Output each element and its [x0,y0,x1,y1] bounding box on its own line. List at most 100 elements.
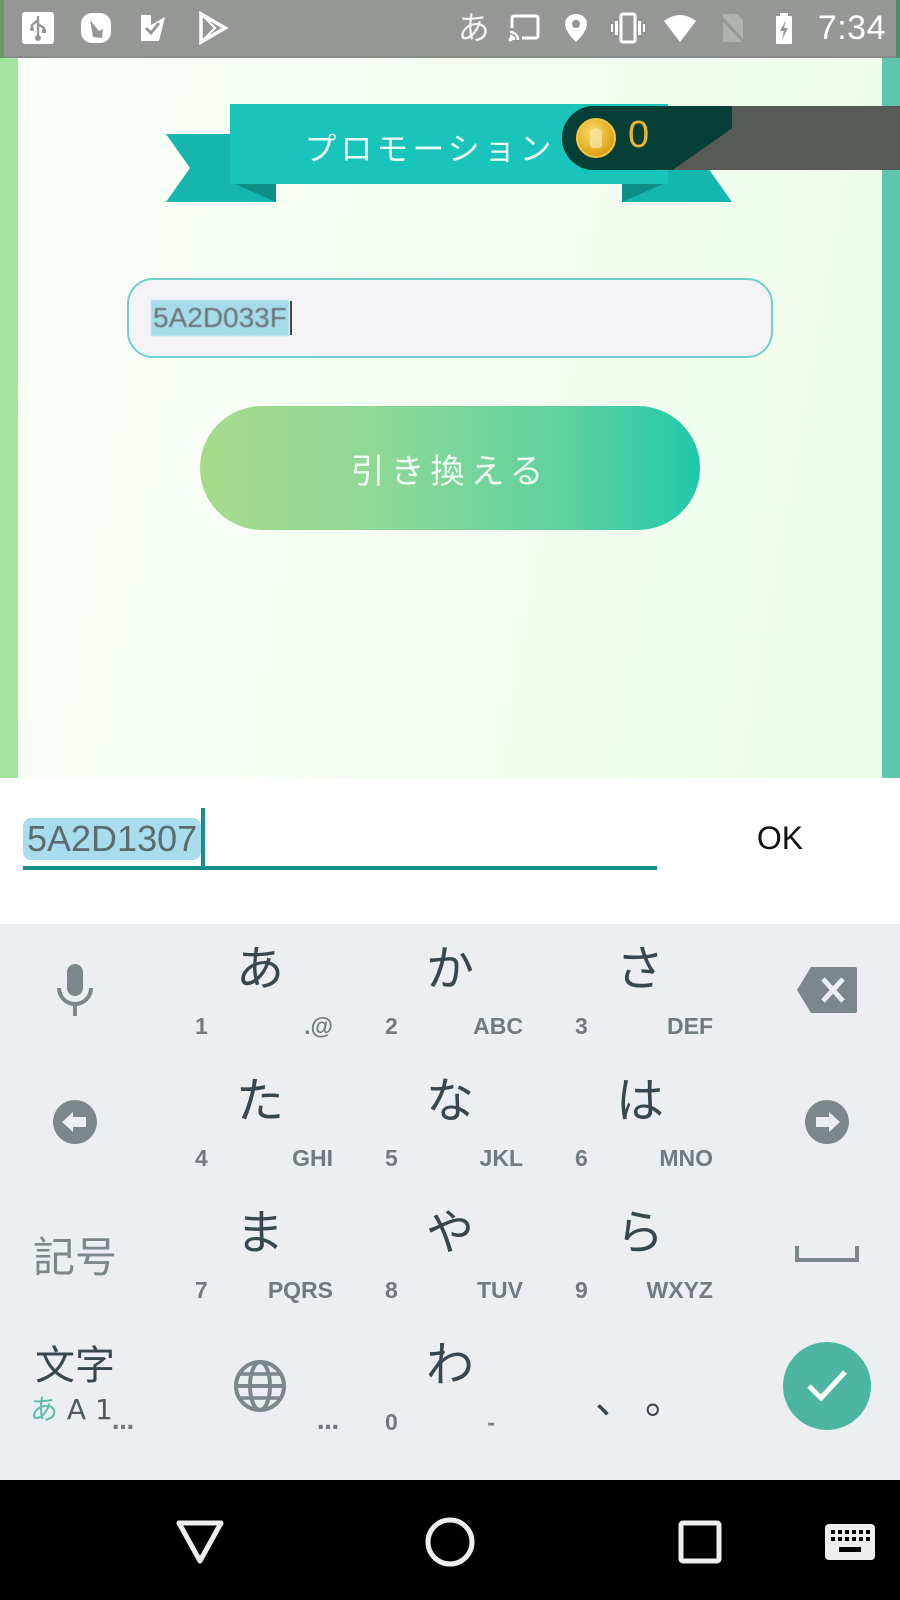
enter-check-icon [807,1370,847,1402]
mode-alnum: A 1 [66,1393,113,1426]
kana-key-letters: PQRS [267,1276,333,1303]
coin-icon [576,118,616,158]
kana-key-letters: TUV [477,1276,523,1303]
ime-indicator: あ [457,9,490,47]
input-mode-label: 文字 [35,1343,115,1389]
kana-key-number: 2 [385,1012,398,1039]
cursor-right-icon [805,1100,849,1144]
kana-key-ha[interactable]: は 6 MNO [545,1056,735,1188]
promo-code-value: 5A2D033F [151,300,289,336]
kana-key-number: 1 [195,1012,208,1039]
kana-key-sa[interactable]: さ 3 DEF [545,924,735,1056]
kana-key-main: は [615,1072,664,1129]
symbols-key-label: 記号 [32,1232,117,1282]
kana-key-letters: ABC [473,1012,523,1039]
navigation-bar [0,1480,900,1600]
space-icon [795,1246,859,1262]
back-icon [176,1520,224,1564]
kana-key-ma[interactable]: ま 7 PQRS [165,1188,355,1320]
kana-key-number: 0 [385,1408,398,1435]
keyboard-switch-icon [825,1524,875,1560]
text-caret [289,301,292,335]
enter-button [783,1342,871,1430]
battery-charging-icon [766,10,802,46]
kana-key-letters: MNO [659,1144,713,1171]
kana-key-number: 4 [195,1144,208,1171]
punctuation-key-label: 、。 [595,1377,715,1423]
kana-key-letters: - [487,1408,495,1435]
kana-key-number: 3 [575,1012,588,1039]
kana-key-main: た [235,1072,284,1129]
kana-key-number: 5 [385,1144,398,1171]
kana-key-main: な [425,1072,474,1129]
home-button[interactable] [418,1510,482,1574]
location-icon [558,10,594,46]
more-indicator: … [317,1410,339,1435]
cursor-right-key[interactable] [752,1056,900,1188]
input-mode-sublabel: あ A 1 [30,1388,113,1428]
kana-key-wa[interactable]: わ 0 - [355,1320,545,1452]
usb-icon [20,10,56,46]
input-mode-key[interactable]: 文字 あ A 1 … [0,1320,150,1452]
kana-key-number: 8 [385,1276,398,1303]
recents-button[interactable] [668,1510,732,1574]
vibrate-icon [610,10,646,46]
cast-icon [506,10,542,46]
kana-key-number: 6 [575,1144,588,1171]
kana-key-ta[interactable]: た 4 GHI [165,1056,355,1188]
ok-button[interactable]: OK [740,808,820,868]
kana-key-na[interactable]: な 5 JKL [355,1056,545,1188]
promo-code-input[interactable]: 5A2D033F [127,278,773,358]
kana-key-letters: DEF [667,1012,713,1039]
backspace-icon [797,967,857,1013]
checkmark-app-icon [136,10,172,46]
keyboard-switch-button[interactable] [818,1510,882,1574]
kana-key-letters: WXYZ [646,1276,713,1303]
wifi-icon [662,10,698,46]
kana-key-main: ら [615,1204,664,1261]
clock: 7:34 [817,8,886,47]
more-indicator: … [112,1410,134,1435]
space-key[interactable] [752,1188,900,1320]
kana-key-letters: JKL [479,1144,523,1171]
kana-key-main: や [425,1204,474,1261]
kana-key-a[interactable]: あ 1 .@ [165,924,355,1056]
microphone-icon [57,964,93,1016]
kana-key-main: さ [615,940,664,997]
ime-extract-bar: 5A2D1307 OK [0,778,900,924]
kana-key-ra[interactable]: ら 9 WXYZ [545,1188,735,1320]
kana-key-number: 7 [195,1276,208,1303]
punctuation-key[interactable]: 、。 [545,1320,735,1452]
play-store-icon [194,10,230,46]
text-caret [201,808,206,866]
japanese-keyboard: 記号 文字 あ A 1 … あ 1 .@ か 2 ABC さ 3 DEF た 4 GHI… [0,924,900,1480]
kana-key-number: 9 [575,1276,588,1303]
kana-key-main: わ [425,1336,474,1393]
status-bar: あ 7:34 [0,0,900,58]
voice-input-key[interactable] [0,924,150,1056]
promotion-screen: プロモーション 0 5A2D033F 引き換える [0,0,900,778]
home-icon [425,1517,475,1567]
mode-kana: あ [30,1393,59,1426]
kana-key-letters: .@ [304,1012,333,1039]
kana-key-letters: GHI [292,1144,333,1171]
redeem-button[interactable]: 引き換える [200,406,700,530]
kana-key-main: あ [235,940,284,997]
ime-text-field[interactable]: 5A2D1307 [23,808,657,870]
coin-balance: 0 [562,106,900,170]
back-button[interactable] [168,1510,232,1574]
cursor-left-key[interactable] [0,1056,150,1188]
kana-key-ka[interactable]: か 2 ABC [355,924,545,1056]
left-edge-decoration [0,0,18,778]
app-notification-icon [78,10,114,46]
kana-key-ya[interactable]: や 8 TUV [355,1188,545,1320]
backspace-key[interactable] [752,924,900,1056]
kana-key-main: か [425,940,474,997]
globe-icon [234,1360,286,1412]
no-sim-icon [714,10,750,46]
globe-key[interactable]: … [165,1320,355,1452]
enter-key[interactable] [752,1320,900,1452]
ime-text-value: 5A2D1307 [23,818,202,860]
symbols-key[interactable]: 記号 [0,1188,150,1320]
coin-count: 0 [628,114,650,156]
